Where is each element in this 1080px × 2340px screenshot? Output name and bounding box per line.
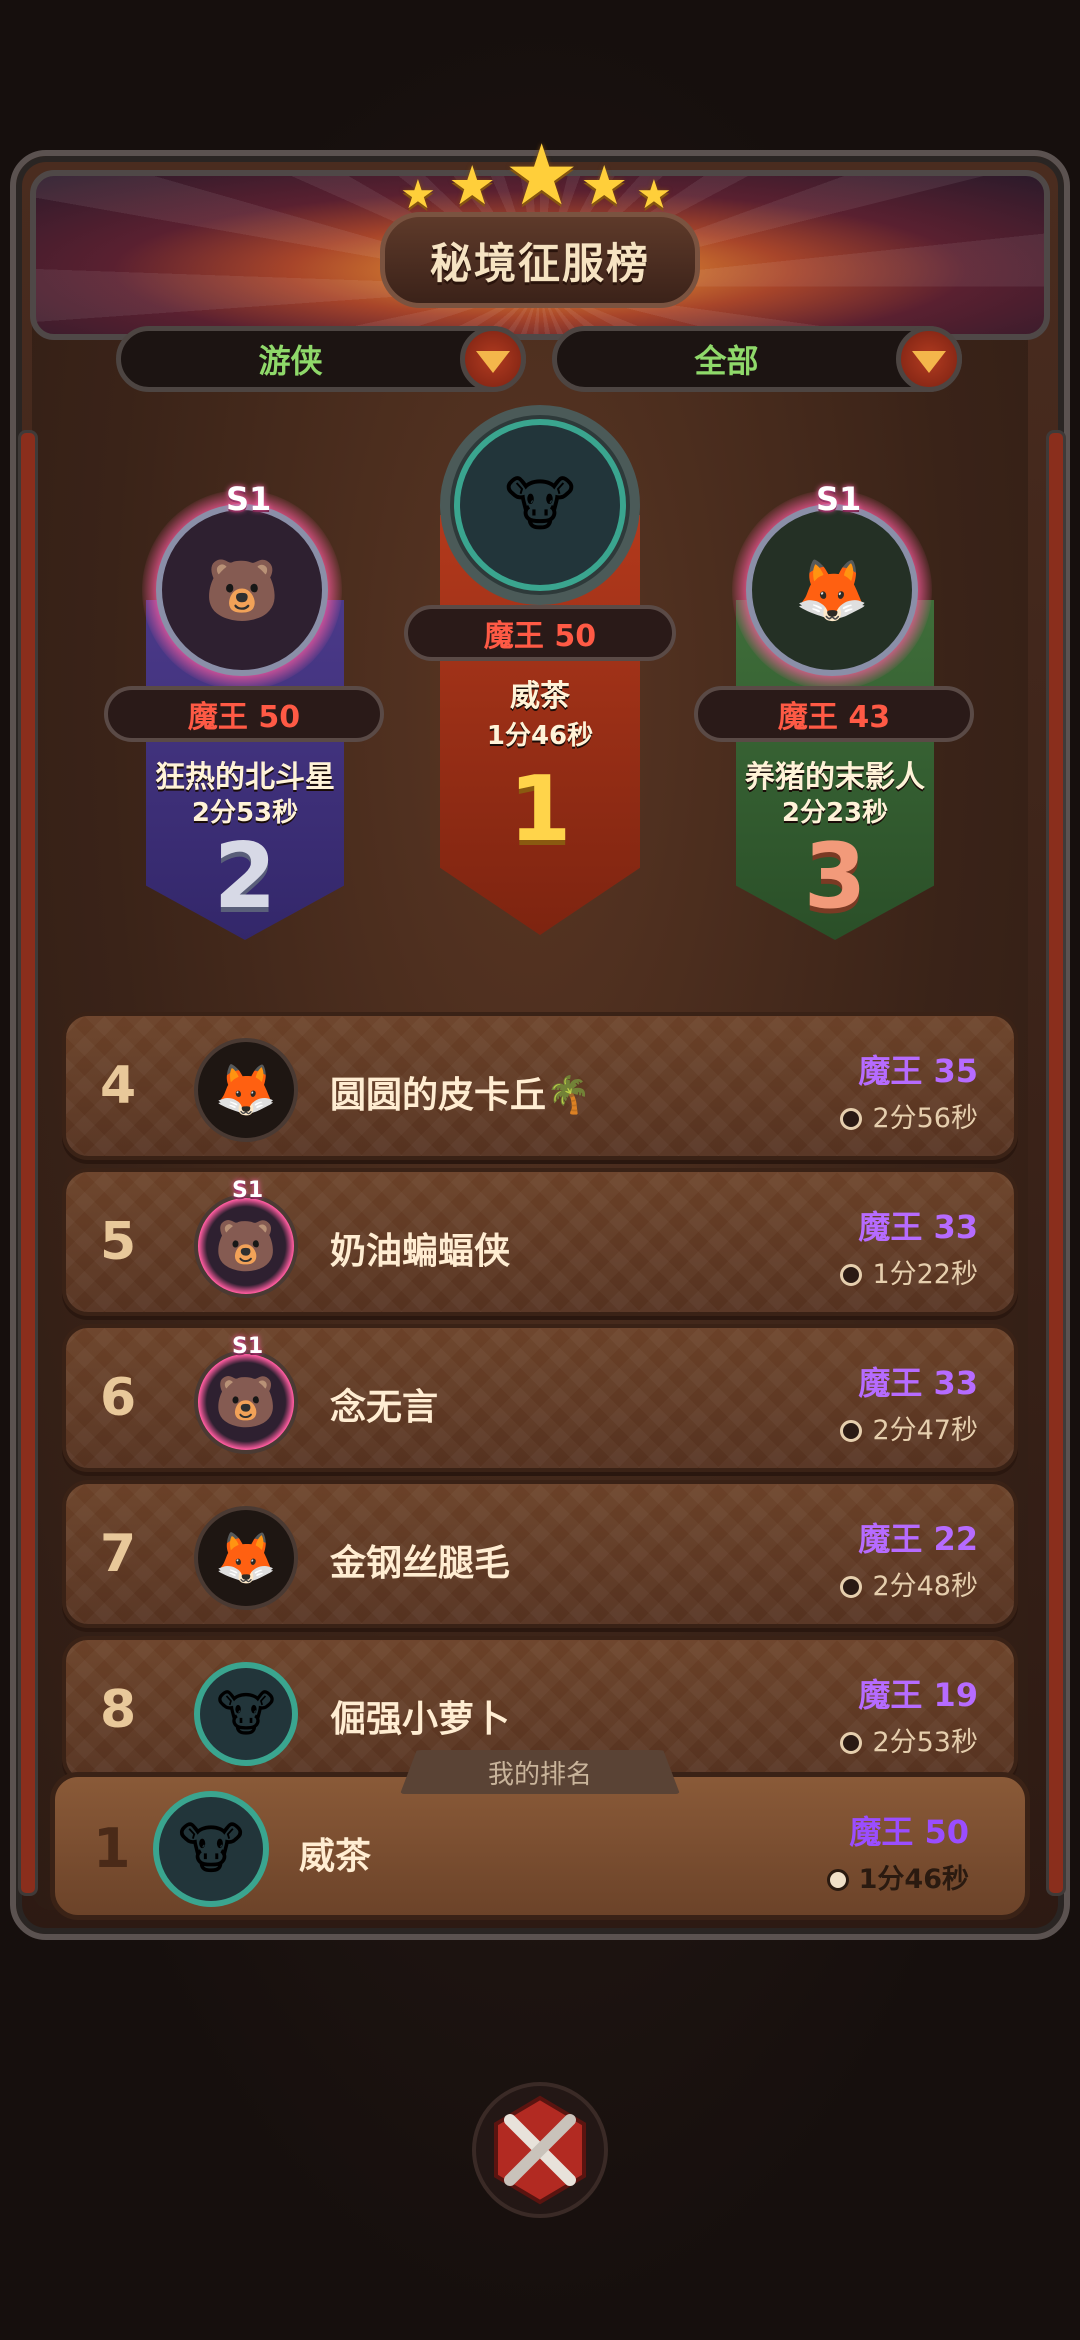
row-time: 2分48秒 [872, 1571, 978, 1602]
avatar-glow: 🦊 [732, 490, 932, 690]
ranking-row[interactable]: 6 🐻 S1 念无言 魔王 33 2分47秒 [62, 1324, 1018, 1472]
podium-score: 魔王 50 [404, 605, 676, 661]
row-player-name: 圆圆的皮卡丘🌴 [330, 1075, 591, 1116]
podium-rank-number: 2 [213, 824, 277, 929]
podium-score: 魔王 43 [694, 686, 974, 742]
row-score: 魔王 19 [858, 1676, 978, 1714]
row-player-name: 念无言 [330, 1387, 439, 1428]
season-badge: S1 [232, 1334, 264, 1359]
podium-player-name: 狂热的北斗星 [155, 760, 335, 795]
my-player-name: 威茶 [299, 1836, 372, 1877]
row-score: 魔王 33 [858, 1364, 978, 1402]
row-time: 1分22秒 [872, 1259, 978, 1290]
row-time-wrap: 2分47秒 [840, 1408, 978, 1447]
ranking-row[interactable]: 4 🦊 圆圆的皮卡丘🌴 魔王 35 2分56秒 [62, 1012, 1018, 1160]
close-button[interactable] [470, 2080, 610, 2220]
clock-icon [840, 1732, 863, 1754]
season-badge: S1 [232, 1178, 264, 1203]
podium-rank-number: 3 [803, 824, 867, 929]
scope-filter-label: 全部 [694, 342, 759, 380]
close-crossed-swords-icon [472, 2082, 608, 2218]
my-time: 1分46秒 [858, 1864, 969, 1895]
clock-icon [840, 1420, 863, 1442]
bear-avatar-icon: 🐻 [156, 504, 328, 676]
avatar-glow: 🐻 [142, 490, 342, 690]
my-rank-row[interactable]: 1 🐮 威茶 魔王 50 1分46秒 [50, 1772, 1030, 1920]
clock-icon [840, 1264, 863, 1286]
bear-avatar-icon: 🐻 [194, 1350, 298, 1454]
cow-avatar-icon: 🐮 [454, 419, 626, 591]
row-rank: 5 [100, 1212, 137, 1272]
row-player-name: 倔强小萝卜 [330, 1699, 511, 1740]
left-side-bar [18, 430, 38, 1896]
title-plate: 秘境征服榜 [380, 212, 700, 308]
clock-icon [840, 1108, 863, 1130]
row-time: 2分53秒 [872, 1727, 978, 1758]
row-time-wrap: 2分56秒 [840, 1096, 978, 1135]
ranking-row[interactable]: 7 🦊 金钢丝腿毛 魔王 22 2分48秒 [62, 1480, 1018, 1628]
avatar-frame: 🐮 [440, 405, 640, 605]
scope-filter-dropdown[interactable]: 全部 [552, 326, 962, 392]
row-time-wrap: 2分53秒 [840, 1720, 978, 1759]
my-score: 魔王 50 [849, 1813, 969, 1851]
season-badge: S1 [816, 480, 862, 518]
podium-time: 1分46秒 [486, 721, 594, 751]
season-badge: S1 [226, 480, 272, 518]
star-icon: ★ [448, 154, 497, 217]
podium-player-name: 威茶 [510, 679, 570, 714]
dropdown-arrow-icon[interactable] [460, 326, 526, 392]
row-player-name: 奶油蝙蝠侠 [330, 1231, 511, 1272]
row-time: 2分47秒 [872, 1415, 978, 1446]
row-score: 魔王 22 [858, 1520, 978, 1558]
row-rank: 8 [100, 1680, 137, 1740]
my-rank-number: 1 [93, 1817, 131, 1880]
my-rank-label: 我的排名 [400, 1750, 680, 1794]
row-time: 2分56秒 [872, 1103, 978, 1134]
class-filter-label: 游侠 [258, 342, 323, 380]
ranking-row[interactable]: 5 🐻 S1 奶油蝙蝠侠 魔王 33 1分22秒 [62, 1168, 1018, 1316]
star-icon: ★ [580, 154, 629, 217]
row-rank: 6 [100, 1368, 137, 1428]
podium-rank-number: 1 [508, 757, 572, 862]
clock-icon [840, 1576, 863, 1598]
star-icon: ★ [504, 126, 580, 224]
cow-avatar-icon: 🐮 [153, 1791, 269, 1907]
row-score: 魔王 33 [858, 1208, 978, 1246]
rating-stars: ★ ★ ★ ★ ★ [400, 126, 680, 224]
podium-third[interactable]: 🦊 S1 魔王 43 养猪的末影人 2分23秒 3 [694, 480, 974, 940]
fox-avatar-icon: 🦊 [194, 1506, 298, 1610]
podium-second[interactable]: 🐻 S1 魔王 50 狂热的北斗星 2分53秒 2 [104, 480, 384, 940]
fox-avatar-icon: 🦊 [194, 1038, 298, 1142]
row-time-wrap: 1分22秒 [840, 1252, 978, 1291]
right-side-bar [1046, 430, 1066, 1896]
row-rank: 7 [100, 1524, 137, 1584]
class-filter-dropdown[interactable]: 游侠 [116, 326, 526, 392]
row-player-name: 金钢丝腿毛 [330, 1543, 511, 1584]
clock-icon [826, 1869, 849, 1891]
podium-score: 魔王 50 [104, 686, 384, 742]
cow-avatar-icon: 🐮 [194, 1662, 298, 1766]
fox-avatar-icon: 🦊 [746, 504, 918, 676]
row-rank: 4 [100, 1056, 137, 1116]
page-title: 秘境征服榜 [429, 238, 650, 288]
podium-player-name: 养猪的末影人 [745, 760, 925, 795]
bear-avatar-icon: 🐻 [194, 1194, 298, 1298]
dropdown-arrow-icon[interactable] [896, 326, 962, 392]
row-score: 魔王 35 [858, 1052, 978, 1090]
podium-first[interactable]: 🐮 魔王 50 威茶 1分46秒 1 [404, 405, 676, 935]
row-time-wrap: 2分48秒 [840, 1564, 978, 1603]
my-time-wrap: 1分46秒 [826, 1857, 969, 1896]
